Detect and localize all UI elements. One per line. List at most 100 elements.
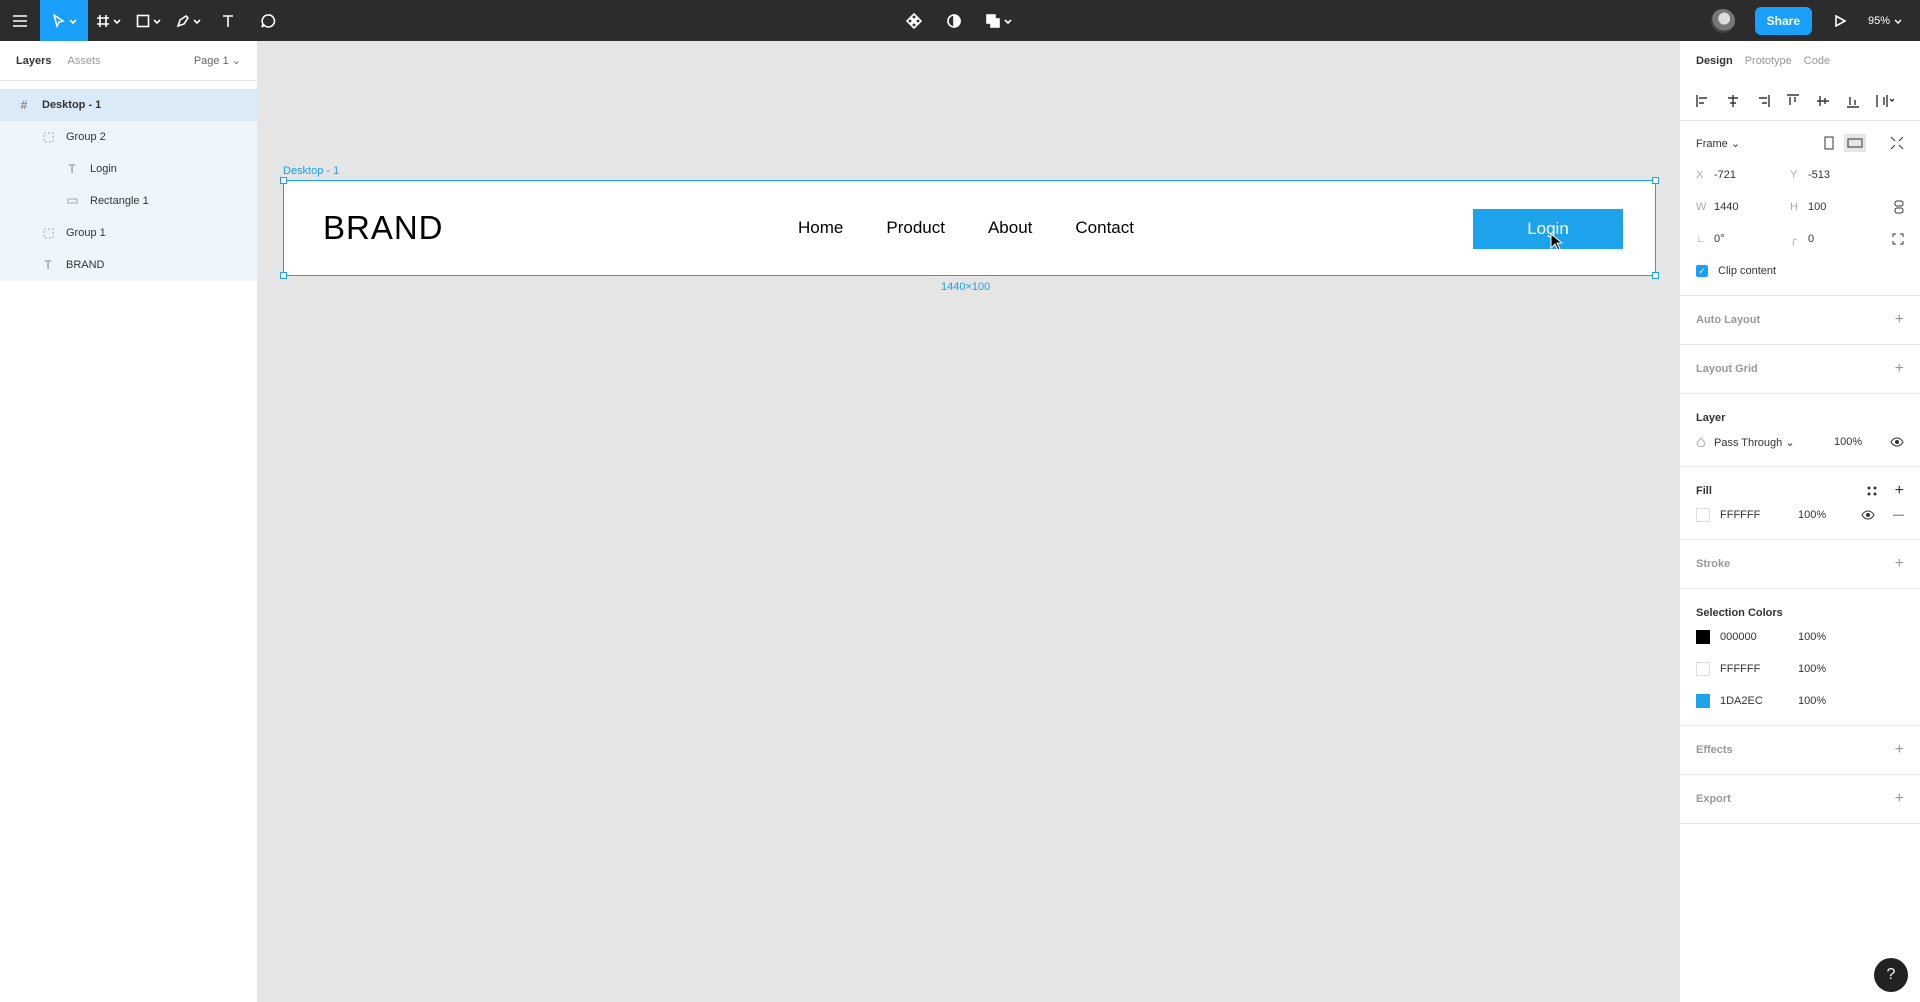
top-toolbar: Share 95% bbox=[0, 0, 1920, 41]
fill-swatch[interactable] bbox=[1696, 508, 1710, 522]
share-button[interactable]: Share bbox=[1754, 6, 1812, 35]
desktop-frame[interactable]: BRAND Home Product About Contact Login bbox=[280, 177, 1659, 279]
style-grid-icon[interactable] bbox=[1867, 486, 1877, 496]
page-selector[interactable]: Page 1 ⌄ bbox=[194, 54, 241, 67]
main-menu-icon[interactable] bbox=[0, 0, 40, 41]
plus-icon[interactable]: + bbox=[1895, 790, 1904, 808]
tab-prototype[interactable]: Prototype bbox=[1745, 55, 1792, 67]
selection-color-row[interactable]: 1DA2EC 100% bbox=[1680, 685, 1920, 717]
plus-icon[interactable]: + bbox=[1895, 482, 1904, 500]
brand-text[interactable]: BRAND bbox=[323, 209, 444, 247]
present-button[interactable] bbox=[1828, 0, 1852, 41]
color-opacity[interactable]: 100% bbox=[1798, 695, 1826, 707]
landscape-icon[interactable] bbox=[1844, 134, 1866, 152]
contrast-icon bbox=[947, 13, 961, 28]
color-hex[interactable]: 000000 bbox=[1720, 631, 1770, 643]
clip-content-label: Clip content bbox=[1718, 265, 1777, 277]
text-icon: T bbox=[68, 162, 76, 176]
fill-title: Fill bbox=[1696, 485, 1712, 497]
resize-handle-bottom-right[interactable] bbox=[1652, 272, 1659, 279]
clip-content-row[interactable]: ✓ Clip content bbox=[1680, 255, 1920, 287]
tab-design[interactable]: Design bbox=[1696, 55, 1733, 67]
frame-type-label: Frame bbox=[1696, 137, 1728, 150]
clip-content-checkbox[interactable]: ✓ bbox=[1696, 265, 1708, 277]
mask-button[interactable] bbox=[940, 0, 968, 41]
plus-icon[interactable]: + bbox=[1895, 360, 1904, 378]
shape-tool-button[interactable] bbox=[128, 0, 168, 41]
fill-opacity[interactable]: 100% bbox=[1798, 509, 1826, 521]
color-opacity[interactable]: 100% bbox=[1798, 631, 1826, 643]
stroke-title: Stroke bbox=[1696, 558, 1731, 570]
pen-tool-button[interactable] bbox=[168, 0, 208, 41]
text-tool-button[interactable] bbox=[208, 0, 248, 41]
align-bottom-icon[interactable] bbox=[1846, 94, 1860, 108]
color-swatch[interactable] bbox=[1696, 694, 1710, 708]
comment-tool-button[interactable] bbox=[248, 0, 288, 41]
user-avatar[interactable] bbox=[1710, 8, 1735, 33]
constrain-proportions-icon[interactable] bbox=[1894, 200, 1904, 214]
resize-handle-bottom-left[interactable] bbox=[280, 272, 287, 279]
align-horizontal-center-icon[interactable] bbox=[1726, 94, 1740, 108]
nav-about[interactable]: About bbox=[988, 218, 1032, 238]
eye-icon[interactable] bbox=[1890, 437, 1904, 447]
align-top-icon[interactable] bbox=[1786, 93, 1800, 108]
position-row: X -721 Y -513 bbox=[1680, 159, 1920, 191]
group-icon bbox=[40, 129, 56, 145]
width-field[interactable]: 1440 bbox=[1714, 201, 1790, 213]
color-hex[interactable]: FFFFFF bbox=[1720, 663, 1770, 675]
components-button[interactable] bbox=[900, 0, 928, 41]
corner-radius-field[interactable]: 0 bbox=[1808, 233, 1884, 245]
boolean-button[interactable] bbox=[980, 0, 1016, 41]
layer-brand[interactable]: T BRAND bbox=[0, 249, 257, 281]
align-right-icon[interactable] bbox=[1756, 94, 1770, 108]
blend-mode-dropdown[interactable]: Pass Through ⌄ bbox=[1714, 436, 1834, 449]
help-button[interactable]: ? bbox=[1874, 958, 1908, 992]
plus-icon[interactable]: + bbox=[1895, 741, 1904, 759]
tab-layers[interactable]: Layers bbox=[16, 55, 51, 67]
align-vertical-center-icon[interactable] bbox=[1816, 94, 1830, 108]
selection-color-row[interactable]: 000000 100% bbox=[1680, 621, 1920, 653]
fill-hex[interactable]: FFFFFF bbox=[1720, 509, 1770, 521]
nav-product[interactable]: Product bbox=[886, 218, 945, 238]
tab-assets[interactable]: Assets bbox=[67, 55, 100, 67]
layer-login[interactable]: T Login bbox=[0, 153, 257, 185]
frame-preset-dropdown[interactable]: Frame ⌄ bbox=[1696, 137, 1740, 150]
eye-icon[interactable] bbox=[1861, 510, 1875, 520]
zoom-dropdown[interactable]: 95% bbox=[1860, 15, 1920, 27]
plus-icon[interactable]: + bbox=[1895, 555, 1904, 573]
color-opacity[interactable]: 100% bbox=[1798, 663, 1826, 675]
layer-rectangle-1[interactable]: Rectangle 1 bbox=[0, 185, 257, 217]
design-canvas[interactable]: Desktop - 1 BRAND Home Product About Con… bbox=[258, 41, 1679, 1002]
color-swatch[interactable] bbox=[1696, 662, 1710, 676]
login-button[interactable]: Login bbox=[1473, 209, 1623, 249]
resize-handle-top-left[interactable] bbox=[280, 177, 287, 184]
y-field[interactable]: -513 bbox=[1808, 169, 1884, 181]
selection-color-row[interactable]: FFFFFF 100% bbox=[1680, 653, 1920, 685]
layer-opacity-field[interactable]: 100% bbox=[1834, 436, 1862, 448]
resize-to-fit-icon[interactable] bbox=[1890, 136, 1904, 150]
color-swatch[interactable] bbox=[1696, 630, 1710, 644]
layer-group-2[interactable]: Group 2 bbox=[0, 121, 257, 153]
x-field[interactable]: -721 bbox=[1714, 169, 1790, 181]
fill-row: FFFFFF 100% — bbox=[1680, 499, 1920, 531]
export-title: Export bbox=[1696, 793, 1731, 805]
distribute-icon[interactable] bbox=[1876, 94, 1894, 108]
rotation-field[interactable]: 0° bbox=[1714, 233, 1790, 245]
color-hex[interactable]: 1DA2EC bbox=[1720, 695, 1770, 707]
align-left-icon[interactable] bbox=[1696, 94, 1710, 108]
minus-icon[interactable]: — bbox=[1893, 509, 1904, 521]
height-field[interactable]: 100 bbox=[1808, 201, 1884, 213]
resize-handle-top-right[interactable] bbox=[1652, 177, 1659, 184]
move-tool-button[interactable] bbox=[40, 0, 88, 41]
layer-group-1[interactable]: Group 1 bbox=[0, 217, 257, 249]
tab-code[interactable]: Code bbox=[1804, 55, 1830, 67]
plus-icon[interactable]: + bbox=[1895, 311, 1904, 329]
portrait-icon[interactable] bbox=[1824, 136, 1834, 150]
nav-contact[interactable]: Contact bbox=[1075, 218, 1134, 238]
layer-desktop-1[interactable]: # Desktop - 1 bbox=[0, 89, 257, 121]
independent-corners-icon[interactable] bbox=[1892, 233, 1904, 245]
nav-home[interactable]: Home bbox=[798, 218, 843, 238]
frame-name-label[interactable]: Desktop - 1 bbox=[283, 165, 339, 177]
zoom-level: 95% bbox=[1868, 14, 1891, 27]
frame-tool-button[interactable] bbox=[88, 0, 128, 41]
